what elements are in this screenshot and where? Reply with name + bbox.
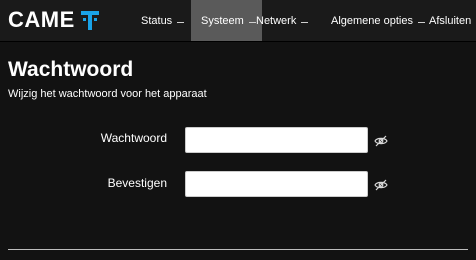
confirm-label: Bevestigen	[107, 176, 167, 190]
nav-close[interactable]: Afsluiten	[429, 0, 471, 41]
nav-general-options[interactable]: Algemene opties	[331, 0, 425, 41]
eye-slash-icon[interactable]	[374, 179, 388, 191]
nav-network[interactable]: Netwerk	[256, 0, 309, 41]
confirm-password-input[interactable]	[185, 171, 368, 197]
came-logo-icon	[80, 11, 99, 30]
chevron-down-icon	[301, 22, 309, 23]
came-logo[interactable]: CAME	[8, 7, 101, 33]
nav-system-label: Systeem	[201, 14, 244, 27]
nav-status-label: Status	[141, 14, 173, 27]
password-input[interactable]	[185, 127, 368, 153]
nav-network-label: Netwerk	[256, 14, 297, 27]
section-divider	[8, 249, 468, 250]
nav-close-label: Afsluiten	[429, 14, 472, 27]
brand-name: CAME	[8, 7, 75, 32]
top-navbar: CAME Status Systeem Netwerk Algemene opt…	[0, 0, 476, 42]
chevron-down-icon	[177, 22, 185, 23]
nav-general-options-label: Algemene opties	[331, 14, 413, 27]
eye-slash-icon[interactable]	[374, 135, 388, 147]
nav-status[interactable]: Status	[141, 0, 185, 41]
page-title: Wachtwoord	[8, 58, 134, 81]
chevron-down-icon	[248, 22, 256, 23]
password-label: Wachtwoord	[100, 131, 167, 145]
chevron-down-icon	[417, 22, 425, 23]
nav-system[interactable]: Systeem	[191, 0, 262, 41]
page-subtitle: Wijzig het wachtwoord voor het apparaat	[8, 88, 207, 100]
